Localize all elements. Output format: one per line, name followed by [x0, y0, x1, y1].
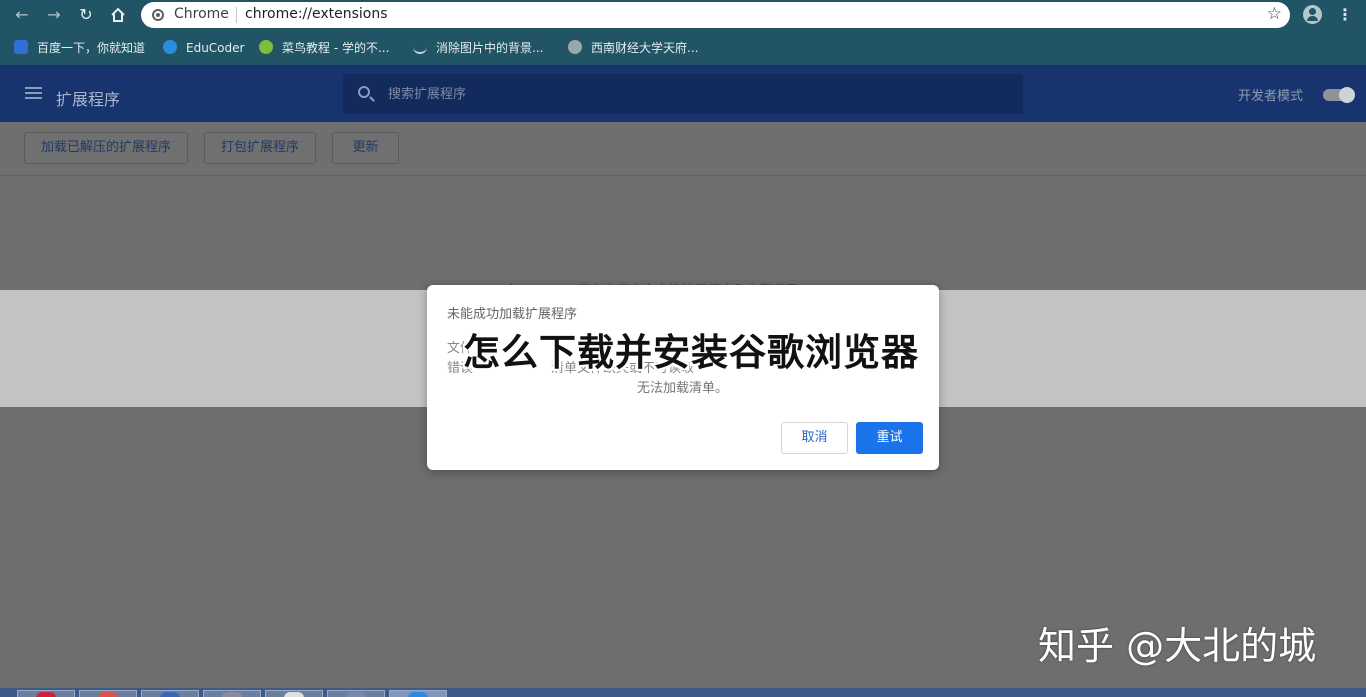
bookmark-label: 消除图片中的背景... — [436, 41, 544, 55]
taskbar-item[interactable] — [265, 690, 323, 697]
taskbar-item[interactable] — [141, 690, 199, 697]
taskbar-item[interactable] — [17, 690, 75, 697]
runoob-icon — [259, 40, 273, 54]
dialog-title: 未能成功加载扩展程序 — [447, 307, 578, 322]
bookmark-label: 菜鸟教程 - 学的不... — [282, 41, 390, 55]
bookmark-star-icon[interactable]: ☆ — [1267, 4, 1282, 24]
search-icon — [358, 86, 370, 98]
toggle-knob — [1339, 87, 1355, 103]
arrow-right-icon: → — [47, 5, 61, 24]
bookmarks-bar: 百度一下，你就知道 EduCoder 菜鸟教程 - 学的不... 消除图片中的背… — [0, 30, 1366, 65]
hamburger-menu-icon[interactable] — [25, 87, 42, 100]
developer-mode-toggle[interactable] — [1323, 87, 1355, 103]
bookmark-label: 百度一下，你就知道 — [37, 41, 146, 55]
bookmark-item[interactable]: EduCoder — [163, 39, 244, 57]
extensions-header: 扩展程序 开发者模式 — [0, 65, 1366, 122]
bookmark-item[interactable]: 西南财经大学天府... — [568, 39, 698, 57]
dialog-message: 无法加载清单。 — [637, 381, 729, 396]
taskbar-item[interactable] — [389, 690, 447, 697]
page-title: 扩展程序 — [56, 90, 121, 109]
search-box[interactable] — [343, 74, 1023, 114]
url-text[interactable]: chrome://extensions — [245, 6, 388, 22]
pack-extension-button[interactable]: 打包扩展程序 — [204, 132, 316, 164]
taskbar-item[interactable] — [79, 690, 137, 697]
smile-icon — [413, 46, 427, 54]
browser-toolbar: ← → ↻ Chrome chrome://extensions ☆ ⋮ — [0, 0, 1366, 30]
home-button[interactable] — [107, 4, 129, 26]
app-icon-folder — [284, 692, 304, 697]
app-icon-red — [36, 692, 56, 697]
address-bar[interactable]: Chrome chrome://extensions ☆ — [141, 2, 1290, 28]
back-button[interactable]: ← — [11, 4, 33, 26]
app-icon-chrome — [98, 692, 118, 697]
omnibox-divider — [236, 7, 237, 23]
cancel-button[interactable]: 取消 — [781, 422, 848, 454]
bookmark-item[interactable]: 菜鸟教程 - 学的不... — [259, 39, 389, 57]
globe-icon — [568, 40, 582, 54]
chrome-site-icon — [152, 9, 164, 21]
menu-dots-icon[interactable]: ⋮ — [1337, 3, 1353, 27]
update-button[interactable]: 更新 — [332, 132, 399, 164]
taskbar — [0, 688, 1366, 697]
search-input[interactable] — [388, 84, 988, 104]
bookmark-label: 西南财经大学天府... — [591, 41, 699, 55]
extensions-action-bar: 加载已解压的扩展程序 打包扩展程序 更新 — [0, 122, 1366, 176]
load-unpacked-button[interactable]: 加载已解压的扩展程序 — [24, 132, 188, 164]
bookmark-label: EduCoder — [186, 41, 245, 55]
taskbar-item[interactable] — [203, 690, 261, 697]
bookmark-item[interactable]: 消除图片中的背景... — [413, 39, 543, 57]
app-icon-blue — [160, 692, 180, 697]
account-icon[interactable] — [1303, 5, 1322, 24]
forward-button[interactable]: → — [43, 4, 65, 26]
educoder-icon — [163, 40, 177, 54]
retry-button[interactable]: 重试 — [856, 422, 923, 454]
overlay-headline: 怎么下载并安装谷歌浏览器 — [463, 331, 919, 374]
app-icon-window — [346, 692, 366, 697]
site-name: Chrome — [174, 6, 229, 22]
arrow-left-icon: ← — [15, 5, 29, 24]
reload-button[interactable]: ↻ — [75, 4, 97, 26]
watermark: 知乎 @大北的城 — [1038, 624, 1317, 668]
taskbar-item[interactable] — [327, 690, 385, 697]
bookmark-item[interactable]: 百度一下，你就知道 — [14, 39, 145, 57]
load-error-dialog: 未能成功加载扩展程序 文件 错误 清单文件缺失或不可读取 无法加载清单。 取消 … — [427, 285, 939, 470]
app-icon-browser — [408, 692, 428, 697]
developer-mode-label: 开发者模式 — [1238, 89, 1304, 104]
app-icon-gray — [222, 692, 242, 697]
home-icon — [111, 7, 125, 22]
baidu-paw-icon — [14, 40, 28, 54]
reload-icon: ↻ — [79, 5, 93, 24]
